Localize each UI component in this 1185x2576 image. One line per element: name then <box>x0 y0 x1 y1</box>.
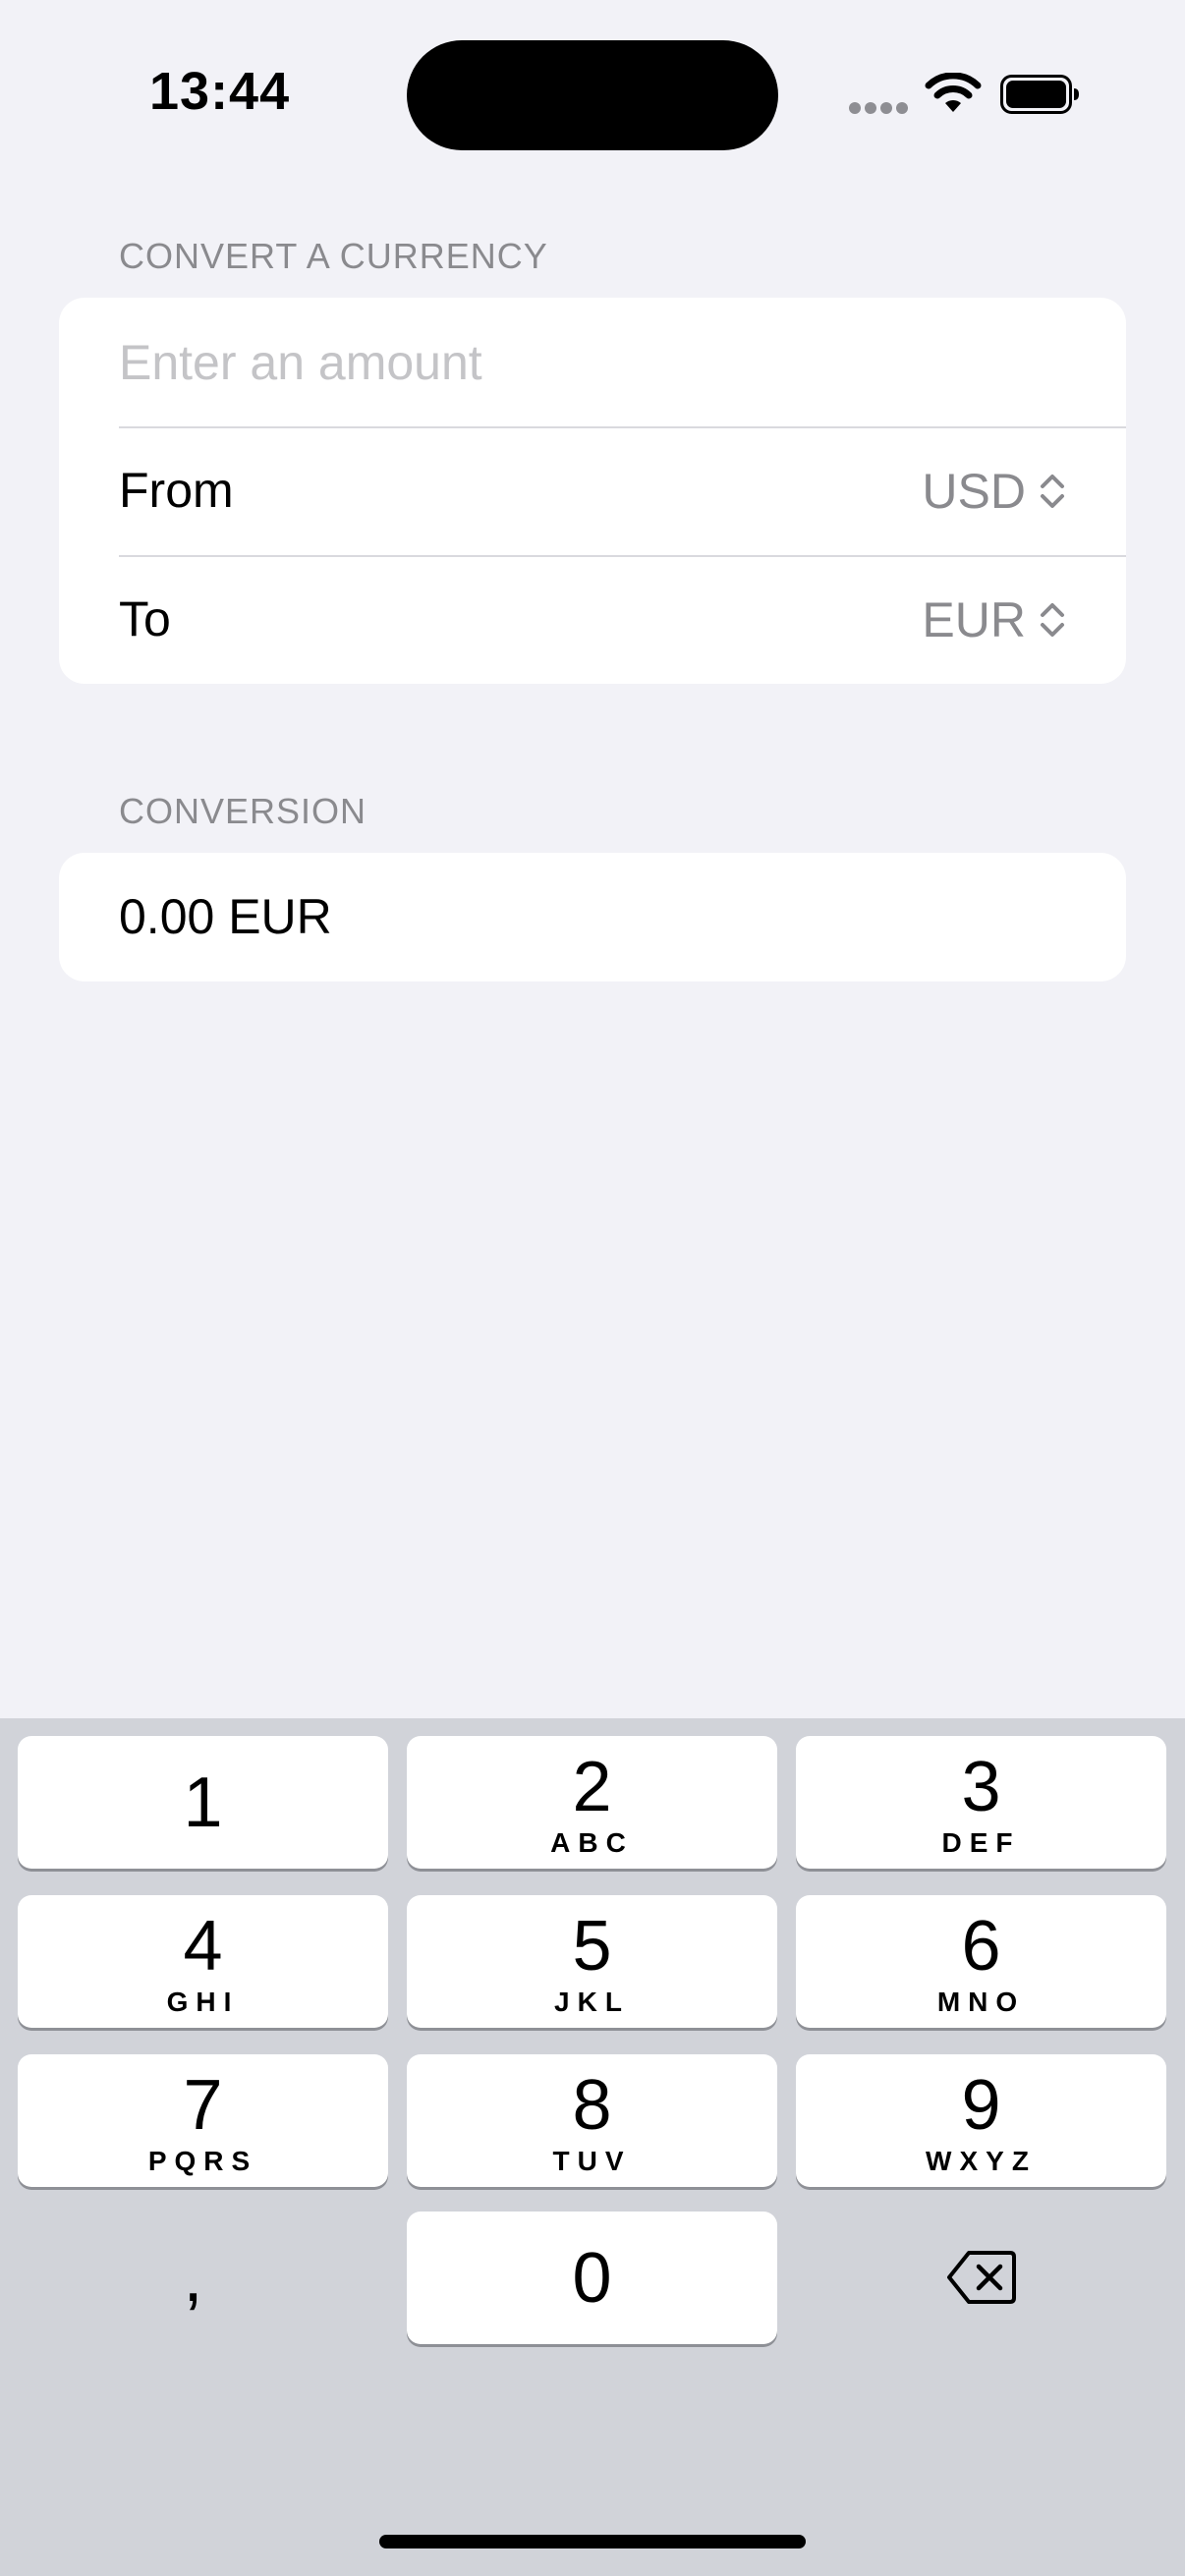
from-label: From <box>119 463 234 518</box>
chevron-up-down-icon <box>1041 602 1064 637</box>
to-currency-picker[interactable]: EUR <box>922 555 1067 684</box>
key-2[interactable]: 2 ABC <box>407 1736 777 1869</box>
conversion-result: 0.00 EUR <box>119 889 332 944</box>
key-9[interactable]: 9 WXYZ <box>796 2054 1166 2187</box>
key-letters: JKL <box>554 1987 630 2017</box>
convert-section-header: CONVERT A CURRENCY <box>119 236 548 276</box>
conversion-card: 0.00 EUR <box>59 853 1126 981</box>
dynamic-island <box>407 40 778 150</box>
home-indicator <box>379 2535 806 2548</box>
key-letters: ABC <box>550 1827 634 1858</box>
key-delete[interactable] <box>796 2212 1166 2344</box>
key-digit: 9 <box>961 2066 1001 2145</box>
from-row[interactable]: From USD <box>59 426 1126 555</box>
key-digit: 3 <box>961 1748 1001 1826</box>
key-letters: MNO <box>936 1987 1026 2017</box>
key-5[interactable]: 5 JKL <box>407 1895 777 2028</box>
key-digit: 4 <box>183 1907 223 1986</box>
key-0[interactable]: 0 <box>407 2212 777 2344</box>
cellular-signal-icon <box>849 102 908 116</box>
delete-backward-icon <box>947 2251 1016 2304</box>
wifi-icon <box>925 73 982 112</box>
key-digit: 6 <box>961 1907 1001 1986</box>
key-letters: TUV <box>552 2146 632 2176</box>
key-digit: 2 <box>572 1748 612 1826</box>
key-digit: 7 <box>183 2066 223 2145</box>
key-1[interactable]: 1 <box>18 1736 388 1869</box>
comma-label: , <box>183 2238 203 2317</box>
convert-card: From USD To EUR <box>59 298 1126 684</box>
battery-icon <box>1000 75 1079 114</box>
status-time: 13:44 <box>149 62 291 121</box>
key-8[interactable]: 8 TUV <box>407 2054 777 2187</box>
to-currency-value: EUR <box>922 591 1026 647</box>
key-4[interactable]: 4 GHI <box>18 1895 388 2028</box>
to-label: To <box>119 591 171 646</box>
key-letters: DEF <box>941 1827 1021 1858</box>
numeric-keypad: 1 2 ABC 3 DEF 4 GHI 5 JKL 6 MNO 7 PQRS 8… <box>0 1718 1185 2576</box>
key-letters: PQRS <box>147 2146 258 2176</box>
key-digit: 5 <box>572 1907 612 1986</box>
amount-row <box>59 298 1126 426</box>
key-digit: 8 <box>572 2066 612 2145</box>
from-currency-value: USD <box>922 463 1026 519</box>
key-digit: 1 <box>183 1764 223 1842</box>
key-comma[interactable]: , <box>8 2212 378 2344</box>
to-row[interactable]: To EUR <box>59 555 1126 684</box>
key-6[interactable]: 6 MNO <box>796 1895 1166 2028</box>
conversion-section-header: CONVERSION <box>119 791 367 831</box>
key-letters: WXYZ <box>926 2146 1037 2176</box>
key-7[interactable]: 7 PQRS <box>18 2054 388 2187</box>
from-currency-picker[interactable]: USD <box>922 426 1067 555</box>
amount-input[interactable] <box>119 298 1082 426</box>
key-letters: GHI <box>166 1987 240 2017</box>
key-3[interactable]: 3 DEF <box>796 1736 1166 1869</box>
key-digit: 0 <box>572 2239 612 2318</box>
chevron-up-down-icon <box>1041 474 1064 508</box>
